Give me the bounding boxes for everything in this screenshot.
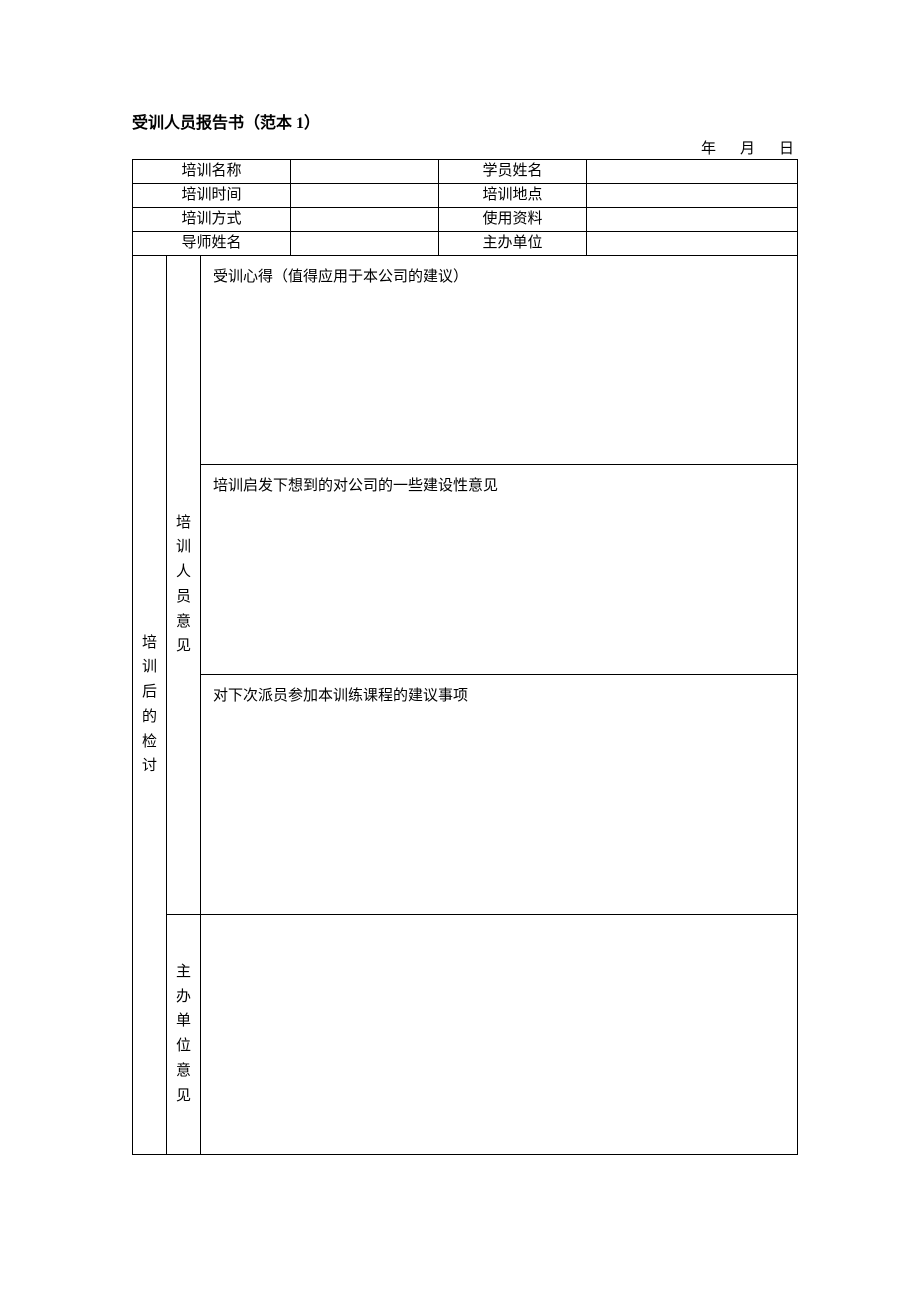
table-row: 对下次派员参加本训练课程的建议事项 [133, 674, 798, 914]
label-materials: 使用资料 [439, 208, 587, 232]
info-table: 培训名称 学员姓名 培训时间 培训地点 培训方式 使用资料 导师姓名 主办单位 [132, 159, 798, 256]
vertical-label: 培训人员意见 [171, 511, 196, 660]
section-constructive-opinions: 培训启发下想到的对公司的一些建设性意见 [201, 464, 798, 674]
value-materials [587, 208, 798, 232]
value-mentor-name [291, 232, 439, 256]
value-student-name [587, 160, 798, 184]
page-title: 受训人员报告书（范本 1） [132, 116, 798, 132]
value-training-time [291, 184, 439, 208]
table-row: 主办单位意见 [133, 914, 798, 1154]
label-training-name: 培训名称 [133, 160, 291, 184]
label-student-name: 学员姓名 [439, 160, 587, 184]
table-row: 导师姓名 主办单位 [133, 232, 798, 256]
section-next-course-suggestions: 对下次派员参加本训练课程的建议事项 [201, 674, 798, 914]
table-row: 培训启发下想到的对公司的一些建设性意见 [133, 464, 798, 674]
section-organizer-opinion-content [201, 914, 798, 1154]
col-trainee-opinion: 培训人员意见 [167, 256, 201, 914]
value-organizer [587, 232, 798, 256]
label-training-mode: 培训方式 [133, 208, 291, 232]
table-row: 培训时间 培训地点 [133, 184, 798, 208]
vertical-label: 主办单位意见 [171, 960, 196, 1109]
label-mentor-name: 导师姓名 [133, 232, 291, 256]
section-training-insights: 受训心得（值得应用于本公司的建议） [201, 256, 798, 464]
table-row: 培训名称 学员姓名 [133, 160, 798, 184]
value-training-mode [291, 208, 439, 232]
value-training-place [587, 184, 798, 208]
label-training-place: 培训地点 [439, 184, 587, 208]
label-organizer: 主办单位 [439, 232, 587, 256]
value-training-name [291, 160, 439, 184]
col-review-after-training: 培训后的检讨 [133, 256, 167, 1154]
table-row: 培训方式 使用资料 [133, 208, 798, 232]
col-organizer-opinion: 主办单位意见 [167, 914, 201, 1154]
vertical-label: 培训后的检讨 [137, 631, 162, 780]
label-training-time: 培训时间 [133, 184, 291, 208]
date-line: 年月日 [132, 142, 798, 157]
review-table: 培训后的检讨 培训人员意见 受训心得（值得应用于本公司的建议） 培训启发下想到的… [132, 256, 798, 1155]
table-row: 培训后的检讨 培训人员意见 受训心得（值得应用于本公司的建议） [133, 256, 798, 464]
